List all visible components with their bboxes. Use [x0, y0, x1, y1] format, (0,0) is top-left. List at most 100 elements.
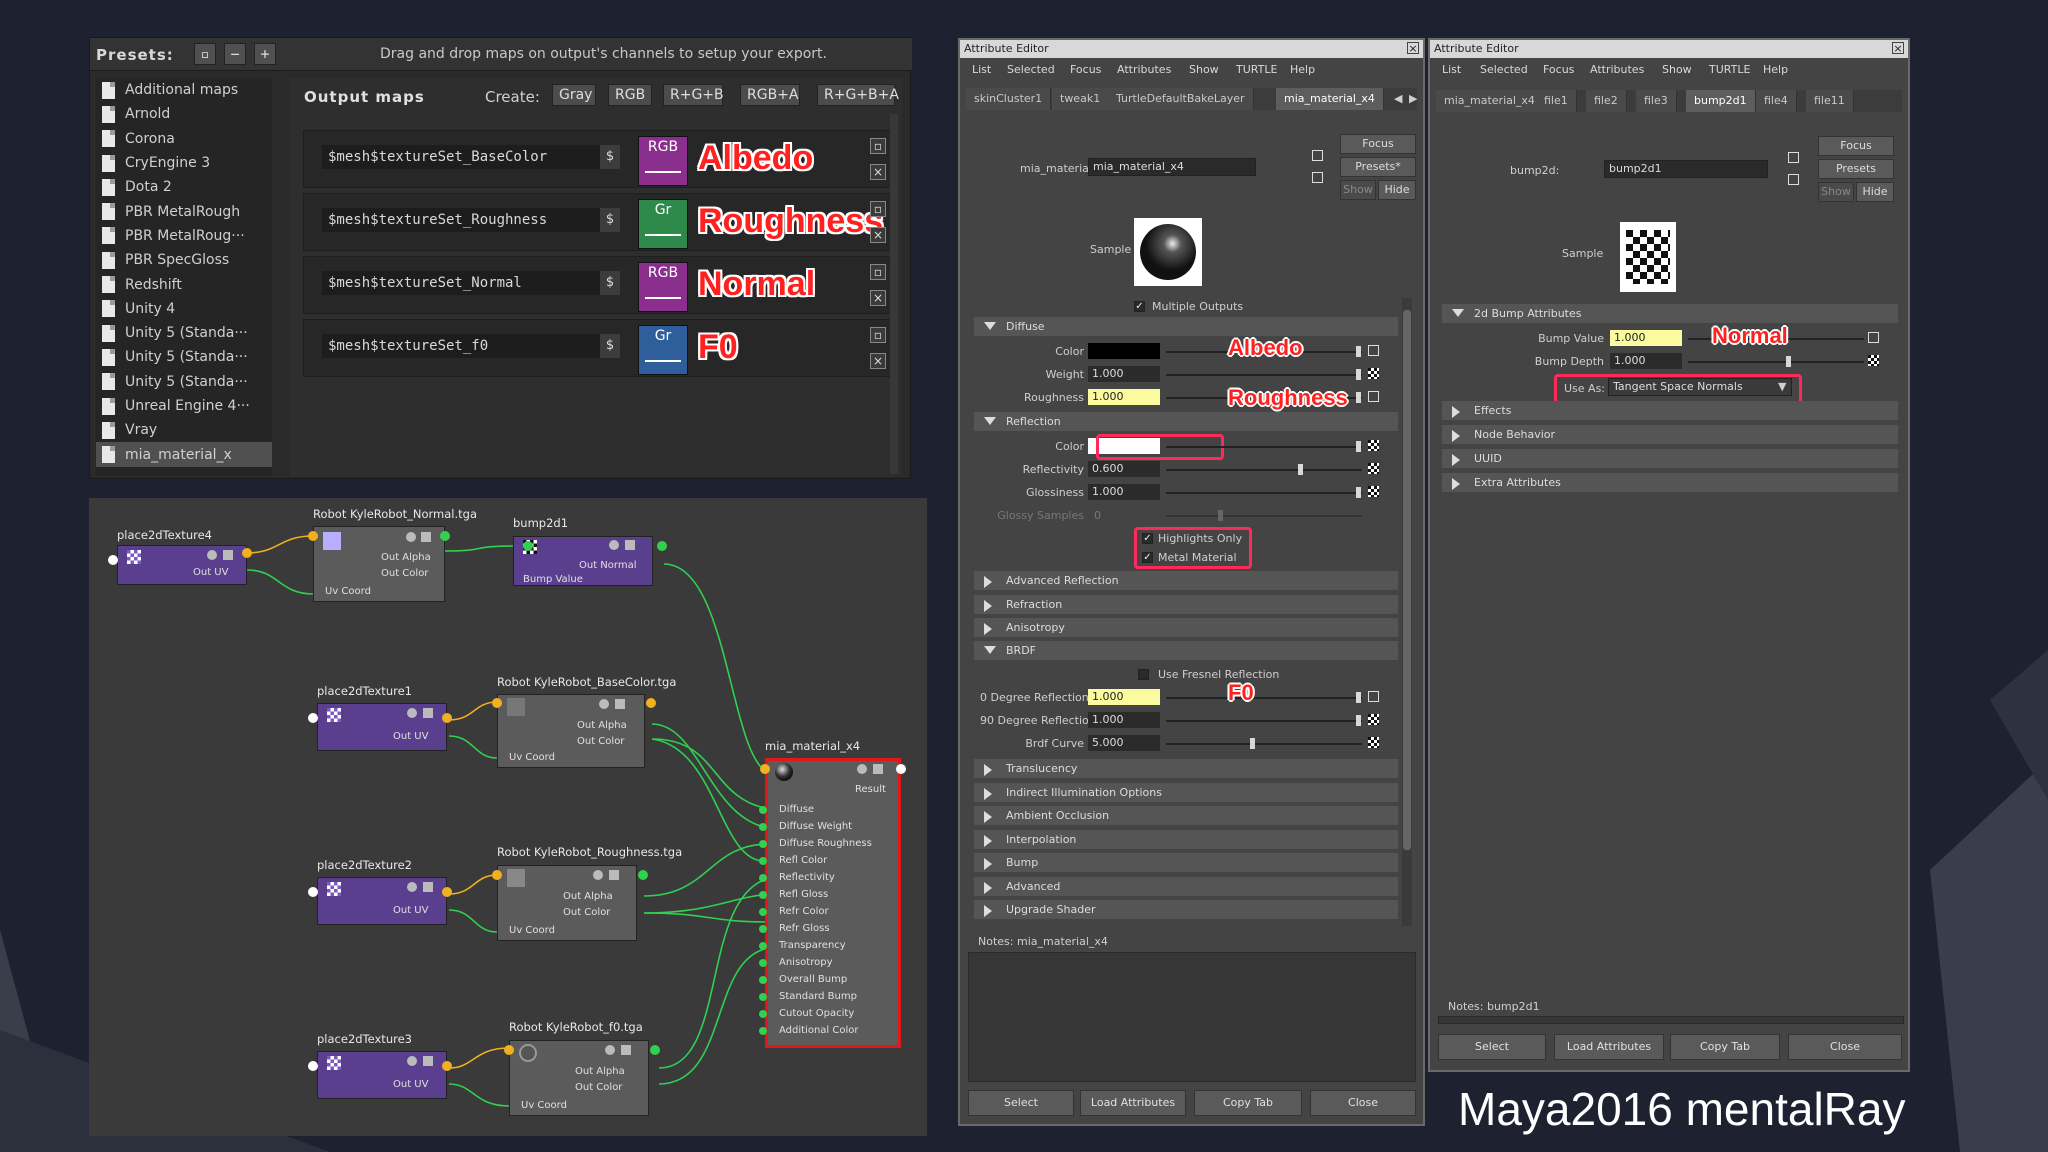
map-checker-icon[interactable] [1368, 463, 1379, 474]
slider-thumb[interactable] [1356, 487, 1361, 498]
variable-button[interactable]: $ [600, 271, 620, 295]
toggle-icon[interactable] [857, 764, 867, 774]
focus-button[interactable]: Focus [1340, 134, 1416, 154]
brdf-curve-slider[interactable] [1166, 743, 1362, 745]
section-interpolation[interactable]: Interpolation [974, 830, 1398, 849]
input-connections-icon[interactable] [1788, 152, 1799, 163]
map-checker-icon[interactable] [1368, 440, 1379, 451]
output-port[interactable] [650, 1045, 660, 1055]
map-checker-icon[interactable] [1368, 737, 1379, 748]
menu-help[interactable]: Help [1763, 63, 1788, 76]
section-translucency[interactable]: Translucency [974, 759, 1398, 778]
preset-item[interactable]: Additional maps [96, 78, 272, 102]
channel-slot[interactable]: Gr [638, 325, 688, 375]
input-port[interactable] [308, 887, 318, 897]
channel-slot[interactable]: RGB [638, 136, 688, 186]
out-uv-port[interactable]: Out UV [393, 905, 428, 916]
preset-item[interactable]: Unreal Engine 4··· [96, 394, 272, 418]
preset-item[interactable]: PBR MetalRough [96, 199, 272, 223]
create-rgb-a-button[interactable]: RGB+A [740, 84, 800, 106]
tab-file11[interactable]: file11 [1806, 90, 1854, 112]
preset-item[interactable]: Arnold [96, 102, 272, 126]
out-uv-port[interactable]: Out UV [393, 731, 428, 742]
place2dtexture2-node[interactable]: place2dTexture2 Out UV [317, 858, 447, 925]
tab-turtledefaultbakelayer[interactable]: TurtleDefaultBakeLayer [1108, 88, 1254, 110]
use-fresnel-checkbox[interactable] [1138, 669, 1149, 680]
reflectivity-slider[interactable] [1166, 469, 1362, 471]
roughness-file-node[interactable]: Robot KyleRobot_Roughness.tga Out Alpha … [497, 845, 682, 941]
duplicate-preset-button[interactable]: ▫ [194, 43, 216, 65]
brdf-curve-field[interactable]: 5.000 [1088, 735, 1160, 751]
hide-button[interactable]: Hide [1378, 180, 1416, 200]
section-effects[interactable]: Effects [1442, 401, 1898, 420]
output-connections-icon[interactable] [1312, 172, 1323, 183]
create-r-g-b-a-button[interactable]: R+G+B+A [817, 84, 899, 106]
mia-attribute[interactable]: Refr Color [779, 906, 829, 917]
toggle-icon[interactable] [406, 532, 416, 542]
menu-list[interactable]: List [1442, 63, 1461, 76]
mia-attribute[interactable]: Refr Gloss [779, 923, 830, 934]
map-button-icon[interactable] [1368, 691, 1379, 702]
out-alpha-port[interactable]: Out Alpha [577, 720, 627, 731]
menu-turtle[interactable]: TURTLE [1236, 63, 1277, 76]
tab-bump2d1[interactable]: bump2d1 [1686, 90, 1756, 112]
bump-value-port[interactable]: Bump Value [523, 574, 583, 585]
options-icon[interactable] [223, 550, 233, 560]
preset-item[interactable]: PBR SpecGloss [96, 248, 272, 272]
options-icon[interactable] [615, 699, 625, 709]
menu-attributes[interactable]: Attributes [1117, 63, 1171, 76]
output-port[interactable] [442, 1061, 452, 1071]
refl-color-slider[interactable] [1166, 446, 1362, 448]
attribute-port[interactable] [759, 976, 767, 984]
output-connections-icon[interactable] [1788, 174, 1799, 185]
input-port[interactable] [308, 1061, 318, 1071]
deg0-slider[interactable] [1166, 697, 1362, 699]
menu-show[interactable]: Show [1662, 63, 1692, 76]
mia-attribute[interactable]: Anisotropy [779, 957, 832, 968]
out-alpha-port[interactable]: Out Alpha [563, 891, 613, 902]
map-name-field[interactable]: $mesh$textureSet_BaseColor [322, 145, 620, 169]
output-port[interactable] [896, 764, 906, 774]
options-icon[interactable] [621, 1045, 631, 1055]
preset-item[interactable]: Unity 5 (Standa··· [96, 370, 272, 394]
output-port[interactable] [442, 887, 452, 897]
mia-attribute[interactable]: Additional Color [779, 1025, 859, 1036]
menu-selected[interactable]: Selected [1007, 63, 1055, 76]
input-connections-icon[interactable] [1312, 150, 1323, 161]
menu-show[interactable]: Show [1189, 63, 1219, 76]
mia-attribute[interactable]: Refl Gloss [779, 889, 828, 900]
attribute-port[interactable] [759, 806, 767, 814]
uv-coord-port[interactable]: Uv Coord [509, 752, 555, 763]
toggle-icon[interactable] [609, 540, 619, 550]
duplicate-icon[interactable]: ▫ [870, 201, 886, 217]
mia-attribute[interactable]: Reflectivity [779, 872, 835, 883]
section-bump[interactable]: Bump [974, 853, 1398, 872]
node-name-field[interactable]: bump2d1 [1604, 160, 1768, 178]
notes-area[interactable] [1438, 1016, 1904, 1024]
tab-mia-material-x4[interactable]: mia_material_x4 [1436, 90, 1544, 112]
create-rgb-button[interactable]: RGB [608, 84, 652, 106]
channel-slot[interactable]: RGB [638, 262, 688, 312]
tab-file2[interactable]: file2 [1586, 90, 1627, 112]
toggle-icon[interactable] [605, 1045, 615, 1055]
bump-value-field[interactable]: 1.000 [1610, 330, 1682, 346]
menu-turtle[interactable]: TURTLE [1709, 63, 1750, 76]
attribute-port[interactable] [759, 993, 767, 1001]
mia-attribute[interactable]: Refl Color [779, 855, 827, 866]
map-checker-icon[interactable] [1368, 368, 1379, 379]
tab-tweak1[interactable]: tweak1 [1052, 88, 1110, 110]
section-advanced[interactable]: Advanced [974, 877, 1398, 896]
attribute-port[interactable] [759, 823, 767, 831]
mia-attribute[interactable]: Standard Bump [779, 991, 857, 1002]
delete-icon[interactable]: × [870, 164, 886, 180]
close-button[interactable]: Close [1788, 1034, 1902, 1060]
section-advanced-reflection[interactable]: Advanced Reflection [974, 571, 1398, 590]
tab-skincluster1[interactable]: skinCluster1 [966, 88, 1052, 110]
select-button[interactable]: Select [968, 1090, 1074, 1116]
tab-mia-material-x4[interactable]: mia_material_x4 [1276, 88, 1384, 110]
output-scrollbar[interactable] [890, 114, 898, 474]
mia-attribute[interactable]: Cutout Opacity [779, 1008, 854, 1019]
attribute-port[interactable] [759, 840, 767, 848]
section-reflection[interactable]: Reflection [974, 412, 1398, 431]
options-icon[interactable] [423, 1056, 433, 1066]
